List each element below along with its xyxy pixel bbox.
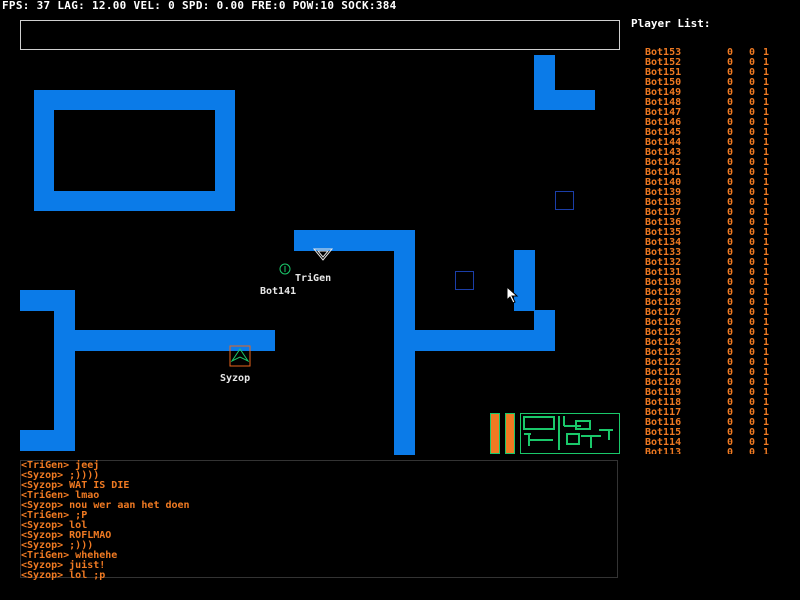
chat-line: <Syzop> ROFLMAO xyxy=(21,530,112,541)
player-list-title: Player List: xyxy=(631,17,711,30)
syzop-ship-icon xyxy=(229,345,251,367)
chat-line: <Syzop> juist! xyxy=(21,560,106,571)
wall-segment xyxy=(394,330,555,351)
ship-label-syzop: Syzop xyxy=(220,373,251,384)
player-score: 0 xyxy=(748,447,755,455)
hud-stats: FPS: 37 LAG: 12.00 VEL: 0 SPD: 0.00 FRE:… xyxy=(2,0,397,12)
player-row: Bot113 0 0 1 xyxy=(645,447,795,455)
chat-line: <Syzop> WAT IS DIE xyxy=(21,480,130,491)
chat-line: <Syzop> nou wer aan het doen xyxy=(21,500,190,511)
base-marker xyxy=(455,271,474,290)
chat-line: <TriGen> whehehe xyxy=(21,550,118,561)
wall-segment xyxy=(534,90,595,110)
minimap xyxy=(520,413,620,454)
chat-log: <TriGen> jeej <Syzop> ;)))) <Syzop> WAT IS… xyxy=(20,460,618,581)
wall-segment xyxy=(20,430,75,451)
player-score: 1 xyxy=(762,447,769,455)
chat-line: <TriGen> jeej xyxy=(21,460,100,471)
mouse-cursor-icon xyxy=(506,286,519,304)
power-bar xyxy=(505,413,515,454)
game-screen: FPS: 37 LAG: 12.00 VEL: 0 SPD: 0.00 FRE:… xyxy=(0,0,800,600)
player-list: Bot153 0 0 1 Bot152 0 0 1 Bot151 0 0 1 Bot150 0 0 1 Bot1… xyxy=(645,48,795,454)
wall-rectangle xyxy=(34,90,235,211)
chat-input[interactable] xyxy=(20,20,620,50)
fuel-bar xyxy=(490,413,500,454)
player-ship-icon xyxy=(312,248,334,261)
base-marker xyxy=(555,191,574,210)
wall-segment xyxy=(54,290,75,451)
player-score: 0 xyxy=(726,447,733,455)
enemy-target-icon xyxy=(279,263,291,275)
ship-label-bot141: Bot141 xyxy=(260,286,297,297)
wall-segment xyxy=(534,310,555,351)
ship-label-trigen: TriGen xyxy=(295,273,332,284)
chat-line: <Syzop> lol ;p xyxy=(21,570,106,581)
chat-line: <TriGen> ;P xyxy=(21,510,88,521)
player-name: Bot113 xyxy=(645,447,682,455)
minimap-graphic xyxy=(523,416,613,450)
